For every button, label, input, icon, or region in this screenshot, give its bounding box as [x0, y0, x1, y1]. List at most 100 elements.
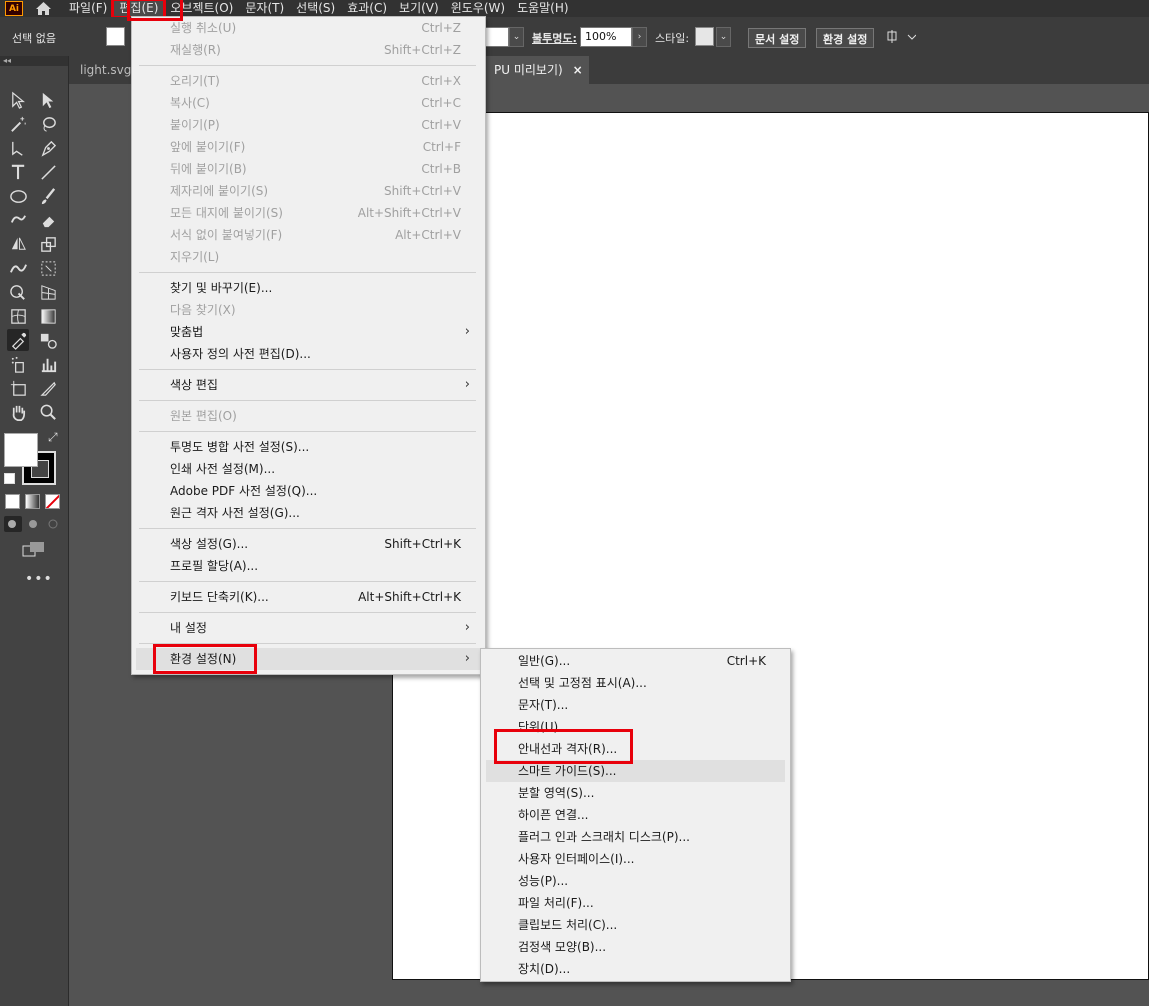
slice-tool-icon[interactable]	[37, 377, 59, 399]
hand-tool-icon[interactable]	[7, 401, 29, 423]
edit-menu-item[interactable]: 내 설정 ›	[136, 617, 481, 639]
chevron-down-icon[interactable]: ⌄	[509, 27, 524, 47]
draw-behind-icon[interactable]	[24, 516, 42, 532]
preferences-menu-item[interactable]: 분할 영역(S)...	[486, 782, 785, 804]
edit-menu-item[interactable]: 색상 편집 ›	[136, 374, 481, 396]
edit-menu-item[interactable]: 원근 격자 사전 설정(G)...	[136, 502, 481, 524]
menu-1[interactable]: 편집(E)	[111, 0, 167, 19]
home-icon[interactable]	[23, 0, 63, 17]
menu-item-label: 선택 및 고정점 표시(A)...	[518, 676, 647, 690]
preferences-menu-item[interactable]: 클립보드 처리(C)...	[486, 914, 785, 936]
style-swatch[interactable]	[695, 27, 714, 46]
screen-mode-icon[interactable]	[22, 540, 46, 561]
swap-colors-icon[interactable]: ⤢	[48, 430, 58, 445]
menu-item-label: 제자리에 붙이기(S)	[170, 184, 269, 198]
shaper-tool-icon[interactable]	[7, 209, 29, 231]
anchor-point-tool-icon[interactable]	[7, 137, 29, 159]
reflect-tool-icon[interactable]	[7, 233, 29, 255]
preferences-menu-item[interactable]: 일반(G)... Ctrl+K	[486, 650, 785, 672]
fill-swatch[interactable]	[106, 27, 125, 46]
edit-menu-item[interactable]: 맞춤법 ›	[136, 321, 481, 343]
menu-6[interactable]: 보기(V)	[393, 0, 445, 17]
menu-item-label: 프로필 할당(A)...	[170, 559, 259, 573]
edit-menu-item[interactable]: Adobe PDF 사전 설정(Q)...	[136, 480, 481, 502]
default-colors-icon[interactable]	[4, 473, 15, 484]
preferences-menu-item[interactable]: 성능(P)...	[486, 870, 785, 892]
symbol-sprayer-tool-icon[interactable]	[7, 353, 29, 375]
menu-7[interactable]: 윈도우(W)	[445, 0, 511, 17]
preferences-menu-item[interactable]: 스마트 가이드(S)...	[486, 760, 785, 782]
width-tool-icon[interactable]	[7, 257, 29, 279]
preferences-menu-item[interactable]: 선택 및 고정점 표시(A)...	[486, 672, 785, 694]
preferences-menu-item[interactable]: 사용자 인터페이스(I)...	[486, 848, 785, 870]
tab-active-document[interactable]: PU 미리보기) ×	[482, 56, 589, 84]
blend-tool-icon[interactable]	[37, 329, 59, 351]
none-mode-icon[interactable]	[45, 494, 60, 509]
edit-menu-item[interactable]: 찾기 및 바꾸기(E)...	[136, 277, 481, 299]
menu-item-label: 환경 설정(N)	[170, 652, 237, 666]
edit-menu-item[interactable]: 색상 설정(G)... Shift+Ctrl+K	[136, 533, 481, 555]
arrange-icon[interactable]	[886, 30, 917, 47]
magic-wand-tool-icon[interactable]	[7, 113, 29, 135]
panel-collapse-icon[interactable]: ◂◂	[0, 56, 68, 66]
chevron-right-icon: ›	[464, 651, 470, 666]
artboard-tool-icon[interactable]	[7, 377, 29, 399]
perspective-grid-tool-icon[interactable]	[37, 281, 59, 303]
tools-panel: ◂◂ ⤢ •••	[0, 56, 69, 1006]
document-setup-button[interactable]: 문서 설정	[748, 28, 807, 48]
selection-tool-icon[interactable]	[7, 89, 29, 111]
preferences-button[interactable]: 환경 설정	[816, 28, 875, 48]
more-tools-icon[interactable]: •••	[25, 571, 53, 587]
paintbrush-tool-icon[interactable]	[37, 185, 59, 207]
eyedropper-tool-icon[interactable]	[7, 329, 29, 351]
gradient-tool-icon[interactable]	[37, 305, 59, 327]
preferences-menu-item[interactable]: 하이픈 연결...	[486, 804, 785, 826]
edit-menu-item[interactable]: 환경 설정(N) ›	[136, 648, 481, 670]
menu-4[interactable]: 선택(S)	[290, 0, 341, 17]
line-tool-icon[interactable]	[37, 161, 59, 183]
draw-inside-icon[interactable]	[44, 516, 62, 532]
preferences-menu-item[interactable]: 파일 처리(F)...	[486, 892, 785, 914]
edit-menu-item[interactable]: 인쇄 사전 설정(M)...	[136, 458, 481, 480]
fill-color-swatch[interactable]	[4, 433, 38, 467]
lasso-tool-icon[interactable]	[37, 113, 59, 135]
zoom-tool-icon[interactable]	[37, 401, 59, 423]
preferences-menu-item[interactable]: 문자(T)...	[486, 694, 785, 716]
menu-0[interactable]: 파일(F)	[63, 0, 113, 17]
free-transform-tool-icon[interactable]	[37, 257, 59, 279]
eraser-tool-icon[interactable]	[37, 209, 59, 231]
column-graph-tool-icon[interactable]	[37, 353, 59, 375]
preferences-menu-item[interactable]: 단위(U)...	[486, 716, 785, 738]
menu-item-shortcut: Alt+Shift+Ctrl+K	[358, 590, 461, 604]
stroke-profile-field[interactable]	[484, 27, 509, 47]
type-tool-icon[interactable]	[7, 161, 29, 183]
ellipse-tool-icon[interactable]	[7, 185, 29, 207]
preferences-menu-item[interactable]: 안내선과 격자(R)...	[486, 738, 785, 760]
chevron-right-icon[interactable]: ›	[632, 27, 647, 47]
edit-menu-item[interactable]: 사용자 정의 사전 편집(D)...	[136, 343, 481, 365]
menu-2[interactable]: 오브젝트(O)	[164, 0, 239, 17]
menu-5[interactable]: 효과(C)	[341, 0, 393, 17]
direct-selection-tool-icon[interactable]	[37, 89, 59, 111]
edit-menu-item[interactable]: 프로필 할당(A)...	[136, 555, 481, 577]
menu-8[interactable]: 도움말(H)	[511, 0, 575, 17]
menu-separator	[139, 581, 476, 582]
color-mode-icon[interactable]	[5, 494, 20, 509]
menu-item-label: 안내선과 격자(R)...	[518, 742, 618, 756]
menu-3[interactable]: 문자(T)	[239, 0, 290, 17]
opacity-input[interactable]: 100%	[580, 27, 632, 47]
preferences-menu-item[interactable]: 장치(D)...	[486, 958, 785, 980]
edit-menu-item[interactable]: 투명도 병합 사전 설정(S)...	[136, 436, 481, 458]
mesh-tool-icon[interactable]	[7, 305, 29, 327]
edit-menu-item[interactable]: 키보드 단축키(K)... Alt+Shift+Ctrl+K	[136, 586, 481, 608]
preferences-menu-item[interactable]: 검정색 모양(B)...	[486, 936, 785, 958]
draw-normal-icon[interactable]	[4, 516, 22, 532]
preferences-menu-item[interactable]: 플러그 인과 스크래치 디스크(P)...	[486, 826, 785, 848]
close-icon[interactable]: ×	[573, 56, 583, 84]
chevron-down-icon[interactable]: ⌄	[716, 27, 731, 47]
opacity-label[interactable]: 불투명도:	[532, 30, 577, 46]
shape-builder-tool-icon[interactable]	[7, 281, 29, 303]
gradient-mode-icon[interactable]	[25, 494, 40, 509]
pen-tool-icon[interactable]	[37, 137, 59, 159]
scale-tool-icon[interactable]	[37, 233, 59, 255]
